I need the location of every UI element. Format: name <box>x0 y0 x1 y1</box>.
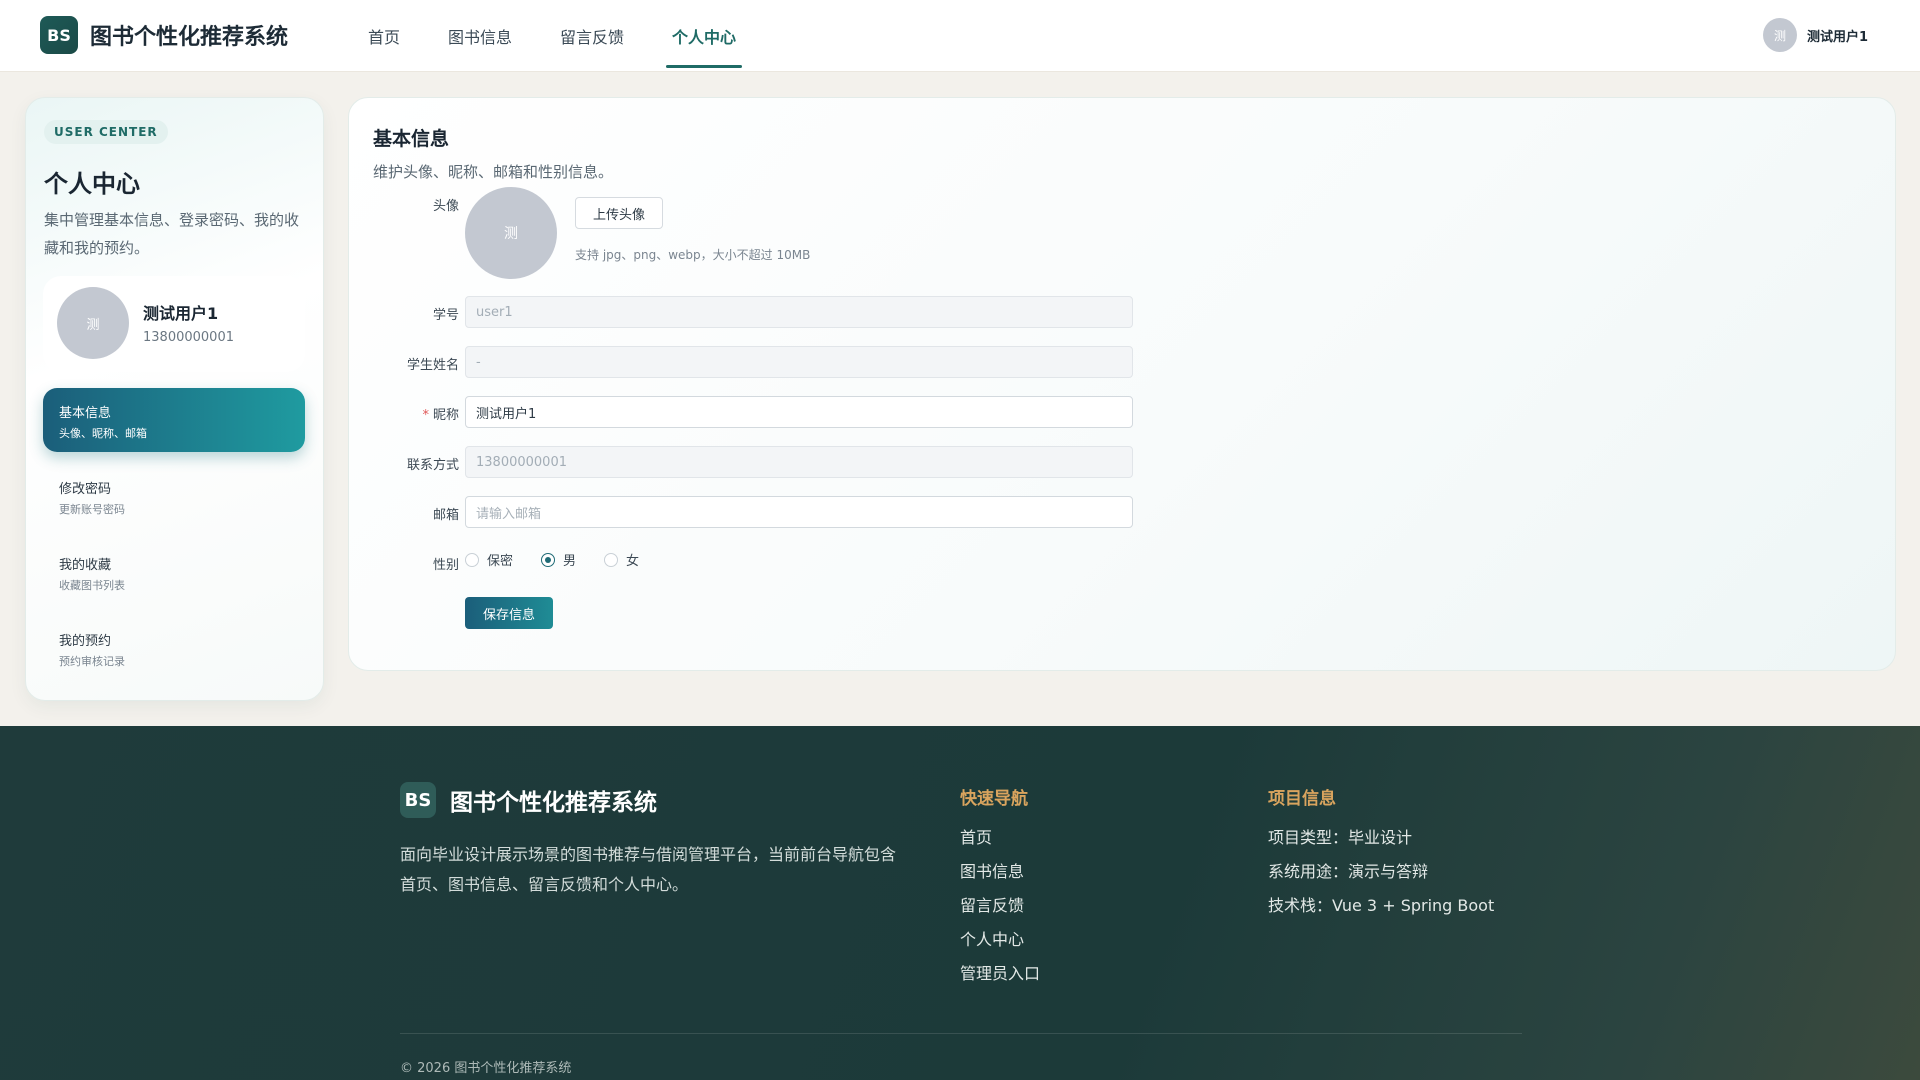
sidebar-item-sub: 头像、昵称、邮箱 <box>59 427 147 440</box>
sidebar-item-sub: 更新账号密码 <box>59 503 125 516</box>
copyright: © 2026 图书个性化推荐系统 <box>400 1061 572 1076</box>
footer-brand: BS 图书个性化推荐系统 <box>400 782 657 818</box>
nickname-label-text: 昵称 <box>432 408 459 423</box>
gender-radio-male[interactable]: 男 <box>541 550 576 569</box>
gender-radio-group: 保密 男 女 <box>465 550 667 569</box>
student-name-field: - <box>465 346 1133 378</box>
top-header: BS 图书个性化推荐系统 首页 图书信息 留言反馈 个人中心 测 测试用户1 <box>0 0 1920 72</box>
radio-label: 男 <box>563 554 577 569</box>
footer-link-home[interactable]: 首页 <box>960 821 1040 855</box>
user-menu[interactable]: 测 测试用户1 <box>1762 18 1868 52</box>
radio-checked-icon <box>541 552 556 567</box>
project-purpose: 系统用途：演示与答辩 <box>1268 862 1429 881</box>
sidebar-item-sub: 收藏图书列表 <box>59 579 125 592</box>
student-id-label: 学号 <box>432 308 459 323</box>
avatar-label: 头像 <box>432 199 459 214</box>
radio-label: 女 <box>626 554 640 569</box>
project-type: 项目类型：毕业设计 <box>1268 828 1413 847</box>
nickname-label: * 昵称 <box>349 404 459 423</box>
nav-home[interactable]: 首页 <box>352 0 416 72</box>
gender-radio-secret[interactable]: 保密 <box>465 550 513 569</box>
footer-link-user-center[interactable]: 个人中心 <box>960 923 1040 957</box>
nav-feedback[interactable]: 留言反馈 <box>544 0 640 72</box>
footer-divider <box>400 1033 1522 1034</box>
project-info-list: 项目类型：毕业设计 系统用途：演示与答辩 技术栈：Vue 3 + Spring … <box>1268 821 1494 923</box>
panel-subtitle: 维护头像、昵称、邮箱和性别信息。 <box>373 163 614 181</box>
sidebar-item-favorites[interactable]: 我的收藏 收藏图书列表 <box>43 540 305 604</box>
required-mark: * <box>422 408 429 423</box>
contact-field: 13800000001 <box>465 446 1133 478</box>
site-title: 图书个性化推荐系统 <box>90 25 289 50</box>
sidebar-item-label: 我的预约 <box>59 634 112 649</box>
user-name: 测试用户1 <box>1806 29 1868 45</box>
profile-card: 测 测试用户1 13800000001 <box>43 276 305 372</box>
upload-avatar-button[interactable]: 上传头像 <box>575 197 663 229</box>
user-center-sidebar: USER CENTER 个人中心 集中管理基本信息、登录密码、我的收藏和我的预约… <box>25 97 324 701</box>
contact-label: 联系方式 <box>406 458 459 473</box>
site-footer: BS 图书个性化推荐系统 面向毕业设计展示场景的图书推荐与借阅管理平台，当前前台… <box>0 726 1920 1080</box>
email-input[interactable]: 请输入邮箱 <box>465 496 1133 528</box>
footer-title: 图书个性化推荐系统 <box>450 790 657 816</box>
quick-nav-title: 快速导航 <box>960 789 1028 809</box>
footer-link-books[interactable]: 图书信息 <box>960 855 1040 889</box>
logo-badge: BS <box>40 16 78 54</box>
quick-nav-list: 首页 图书信息 留言反馈 个人中心 管理员入口 <box>960 821 1040 991</box>
radio-icon <box>604 552 619 567</box>
upload-hint: 支持 jpg、png、webp，大小不超过 10MB <box>575 248 811 262</box>
sidebar-description: 集中管理基本信息、登录密码、我的收藏和我的预约。 <box>44 211 300 257</box>
brand[interactable]: BS 图书个性化推荐系统 <box>40 16 288 54</box>
panel-title: 基本信息 <box>373 128 450 150</box>
avatar: 测 <box>1762 18 1797 52</box>
profile-name: 测试用户1 <box>143 304 219 323</box>
save-button[interactable]: 保存信息 <box>465 597 553 629</box>
email-label: 邮箱 <box>432 508 459 523</box>
project-stack: 技术栈：Vue 3 + Spring Boot <box>1268 896 1495 915</box>
gender-radio-female[interactable]: 女 <box>604 550 639 569</box>
nav-user-center[interactable]: 个人中心 <box>656 0 752 72</box>
footer-link-admin[interactable]: 管理员入口 <box>960 957 1040 991</box>
avatar-preview: 测 <box>465 187 557 279</box>
footer-logo-badge: BS <box>400 782 436 818</box>
radio-label: 保密 <box>487 554 514 569</box>
footer-link-feedback[interactable]: 留言反馈 <box>960 889 1040 923</box>
nickname-input[interactable]: 测试用户1 <box>465 396 1133 428</box>
sidebar-item-sub: 预约审核记录 <box>59 655 125 668</box>
avatar: 测 <box>57 287 129 359</box>
sidebar-item-reservations[interactable]: 我的预约 预约审核记录 <box>43 616 305 680</box>
sidebar-item-basic-info[interactable]: 基本信息 头像、昵称、邮箱 <box>43 388 305 452</box>
nav-books[interactable]: 图书信息 <box>432 0 528 72</box>
main-nav: 首页 图书信息 留言反馈 个人中心 <box>352 0 768 72</box>
sidebar-menu: 基本信息 头像、昵称、邮箱 修改密码 更新账号密码 我的收藏 收藏图书列表 我的… <box>43 388 305 692</box>
gender-label: 性别 <box>432 558 459 573</box>
sidebar-item-label: 基本信息 <box>59 406 112 421</box>
sidebar-item-label: 我的收藏 <box>59 558 112 573</box>
basic-info-panel: 基本信息 维护头像、昵称、邮箱和性别信息。 头像 测 上传头像 支持 jpg、p… <box>348 97 1896 671</box>
radio-icon <box>465 552 479 567</box>
sidebar-title: 个人中心 <box>44 170 140 198</box>
sidebar-item-change-password[interactable]: 修改密码 更新账号密码 <box>43 464 305 528</box>
project-info-title: 项目信息 <box>1268 789 1336 809</box>
footer-description: 面向毕业设计展示场景的图书推荐与借阅管理平台，当前前台导航包含首页、图书信息、留… <box>400 845 897 894</box>
student-id-field: user1 <box>465 296 1133 328</box>
student-name-label: 学生姓名 <box>406 358 459 373</box>
profile-phone: 13800000001 <box>143 330 234 345</box>
user-center-badge: USER CENTER <box>44 120 168 144</box>
sidebar-item-label: 修改密码 <box>59 482 112 497</box>
